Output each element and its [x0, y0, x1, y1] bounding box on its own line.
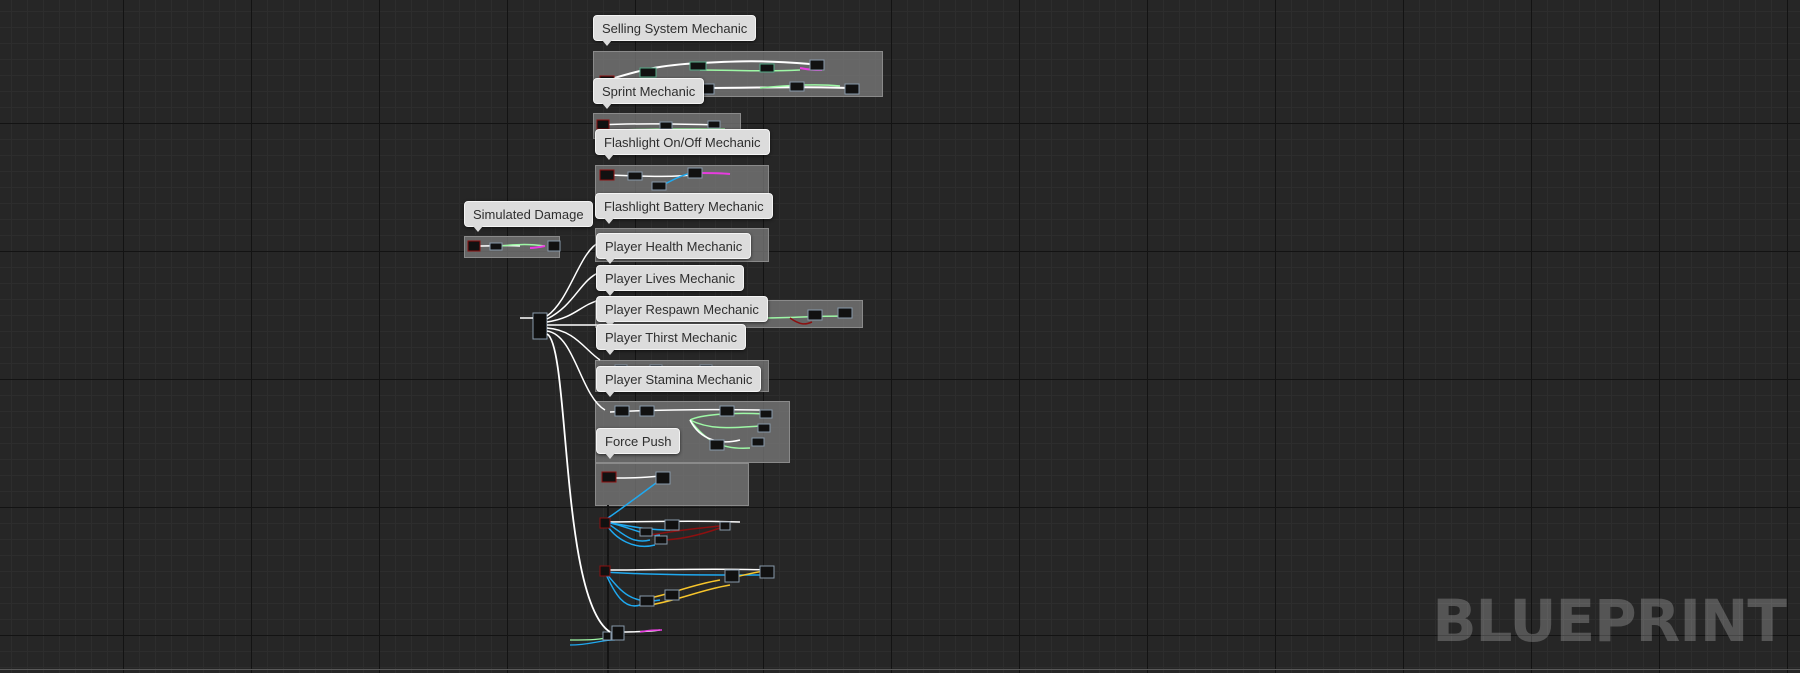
comment-title-sprint[interactable]: Sprint Mechanic	[593, 78, 705, 109]
comment-title-selling-system[interactable]: Selling System Mechanic	[593, 15, 757, 46]
object-wire-cluster	[599, 517, 741, 547]
comment-title-player-thirst[interactable]: Player Thirst Mechanic	[596, 324, 746, 355]
comment-title-flashlight-battery[interactable]: Flashlight Battery Mechanic	[595, 193, 773, 224]
bottom-event-node	[569, 625, 663, 646]
comment-title-simulated-damage[interactable]: Simulated Damage	[464, 201, 593, 232]
node-graph-wires	[467, 59, 860, 673]
force-push-nodes	[601, 471, 671, 521]
comment-title-force-push[interactable]: Force Push	[596, 428, 681, 459]
simulated-damage-nodes	[467, 240, 561, 252]
comment-title-player-respawn[interactable]: Player Respawn Mechanic	[596, 296, 768, 327]
graph-bottom-border	[0, 669, 1800, 670]
vector-wire-cluster	[599, 565, 775, 607]
blueprint-watermark: BLUEPRINT	[1432, 587, 1787, 655]
comment-title-player-stamina[interactable]: Player Stamina Mechanic	[596, 366, 762, 397]
comment-title-player-health[interactable]: Player Health Mechanic	[596, 233, 752, 264]
blueprint-graph-canvas[interactable]: Selling System Mechanic Sprint Mechanic …	[0, 0, 1800, 673]
comment-title-flashlight-onoff[interactable]: Flashlight On/Off Mechanic	[595, 129, 770, 160]
comment-title-player-lives[interactable]: Player Lives Mechanic	[596, 265, 745, 296]
